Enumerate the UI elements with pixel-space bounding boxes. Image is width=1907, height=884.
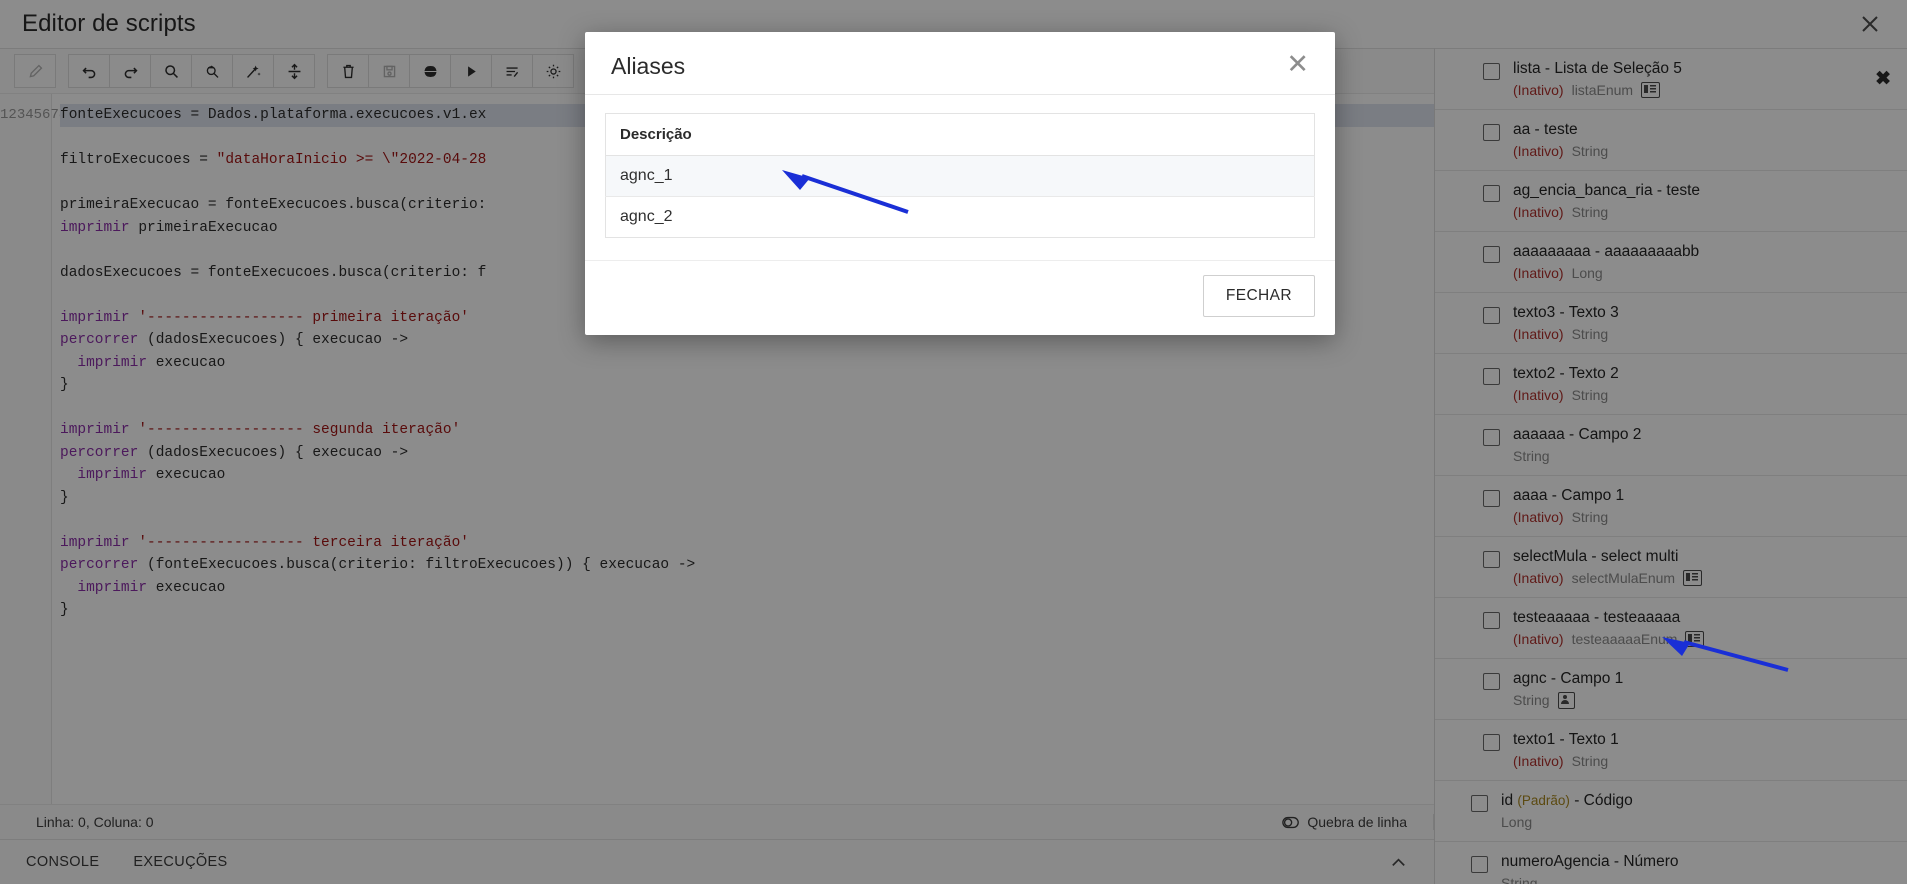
dialog-body: Descrição agnc_1agnc_2 <box>585 95 1335 244</box>
dialog-footer: FECHAR <box>585 260 1335 335</box>
dialog-title: Aliases <box>611 52 685 80</box>
close-button[interactable]: FECHAR <box>1203 275 1315 317</box>
table-row[interactable]: agnc_1 <box>606 156 1315 197</box>
alias-description: agnc_2 <box>606 197 1315 238</box>
aliases-dialog: Aliases ✕ Descrição agnc_1agnc_2 FECHAR <box>585 32 1335 335</box>
alias-description: agnc_1 <box>606 156 1315 197</box>
dialog-header: Aliases ✕ <box>585 32 1335 95</box>
column-header-descricao: Descrição <box>606 114 1315 156</box>
aliases-table: Descrição agnc_1agnc_2 <box>605 113 1315 238</box>
close-icon[interactable]: ✕ <box>1286 52 1309 76</box>
table-row[interactable]: agnc_2 <box>606 197 1315 238</box>
